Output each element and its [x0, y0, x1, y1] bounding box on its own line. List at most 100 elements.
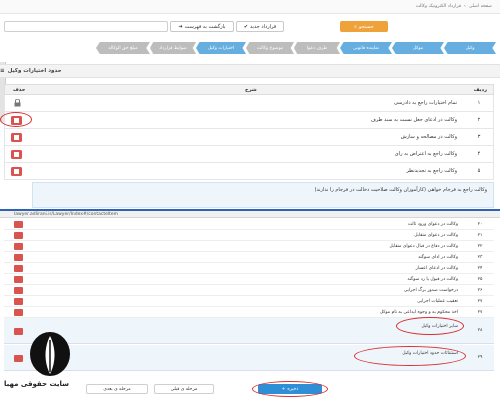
check-icon: ✔	[243, 23, 249, 30]
search-icon: ⌕	[354, 23, 357, 30]
highlight-circle	[396, 317, 464, 335]
step-client[interactable]: موکل	[392, 42, 444, 54]
highlight-circle	[252, 381, 328, 397]
breadcrumb-separator: ›	[464, 4, 466, 9]
row-text: وکالت در مصالحه و سازش	[400, 134, 457, 140]
new-contract-label: قرارداد جدید	[250, 23, 277, 30]
delete-button[interactable]	[14, 221, 23, 228]
step-legal-representative[interactable]: نماینده قانونی	[340, 42, 392, 54]
list-item: ۲۳ وکالت در ادای سوگند	[4, 252, 494, 263]
table-row: ۴ وکالت راجع به اعتراض به رای	[4, 146, 494, 163]
row-text: وکالت در ادای سوگند	[418, 254, 458, 260]
step-terms[interactable]: ضوابط قرارداد	[150, 42, 196, 54]
row-text: وکالت در دعوای متقابل	[414, 232, 458, 238]
list-item: ۲۱ وکالت در دعوای متقابل	[4, 230, 494, 241]
row-index: ۳	[477, 134, 481, 140]
panel-header: حدود اختیارات وکیل ≡	[0, 64, 500, 78]
row-text: تعقیب عملیات اجرایی	[417, 298, 458, 304]
list-item: ۲۴ وکالت در ادعای اعسار	[4, 263, 494, 274]
row-index: ۲۱	[477, 232, 483, 238]
delete-button[interactable]	[14, 298, 23, 305]
delete-button[interactable]	[14, 265, 23, 272]
trash-icon	[14, 152, 19, 157]
previous-step-button[interactable]: مرحله ی قبلی	[154, 384, 214, 394]
prev-label: مرحله ی قبلی	[170, 386, 198, 392]
row-index: ۲۸	[477, 328, 483, 333]
trash-icon	[14, 169, 19, 174]
highlight-circle	[0, 112, 32, 127]
list-item: ۲۷ تعقیب عملیات اجرایی	[4, 296, 494, 307]
highlight-circle	[354, 346, 466, 366]
delete-button[interactable]	[14, 309, 23, 316]
breadcrumb-current: قرارداد الکترونیک وکالت	[415, 4, 462, 9]
breadcrumb: صفحه اصلی › قرارداد الکترونیک وکالت	[0, 0, 500, 14]
row-index: ۲۴	[477, 265, 483, 271]
row-index: ۲۵	[477, 276, 483, 282]
list-item: ۲۲ وکالت در دفاع در قبال دعوای متقابل	[4, 241, 494, 252]
next-label: مرحله ی بعدی	[103, 386, 131, 392]
next-step-button[interactable]: مرحله ی بعدی	[86, 384, 148, 394]
arrow-right-icon: ➔	[178, 23, 183, 30]
delete-button[interactable]	[11, 167, 22, 176]
search-input[interactable]	[4, 21, 168, 32]
delete-button[interactable]	[11, 133, 22, 142]
row-index: ۵	[477, 168, 481, 174]
step-lawyer[interactable]: وکیل	[444, 42, 496, 54]
row-text: وکالت در قبول یا رد سوگند	[407, 276, 458, 282]
new-contract-button[interactable]: ✔ قرارداد جدید	[236, 21, 284, 32]
row-index: ۲۳	[477, 254, 483, 260]
address-bar[interactable]: lawyer.adlirani.ir/Lawyer/Index#/contact…	[0, 209, 500, 218]
menu-icon: ≡	[0, 68, 5, 74]
row-index: ۴	[477, 151, 481, 157]
table-row: ۲ وکالت در ادعای جعل نسبت به سند طرف	[4, 112, 494, 129]
row-text: وکالت در ادعای جعل نسبت به سند طرف	[370, 117, 457, 123]
step-wizard: وکیل موکل نماینده قانونی طرف دعوا موضوع …	[0, 42, 500, 56]
row-text: وکالت در دفاع در قبال دعوای متقابل	[389, 243, 458, 249]
back-to-list-label: بازگشت به فهرست	[184, 23, 226, 30]
delete-button[interactable]	[14, 276, 23, 283]
search-button[interactable]: ⌕ جستجو	[340, 21, 388, 32]
row-index: ۲۷	[477, 309, 483, 315]
row-index: ۲۷	[477, 298, 483, 304]
table-row: ۵ وکالت راجع به تجدیدنظر	[4, 163, 494, 180]
list-item: ۲۶ درخواست صدور برگ اجرایی	[4, 285, 494, 296]
delete-button[interactable]	[14, 287, 23, 294]
panel-title: حدود اختیارات وکیل	[7, 68, 62, 74]
row-index: ۲۲	[477, 243, 483, 249]
lock-icon	[13, 98, 21, 108]
delete-button[interactable]	[14, 232, 23, 239]
row-text: وکالت راجع به تجدیدنظر	[406, 168, 457, 174]
search-button-label: جستجو	[358, 23, 374, 30]
row-index: ۲۶	[477, 287, 483, 293]
list-item: ۲۰ وکالت در دعوای ورود ثالث	[4, 219, 494, 230]
delete-button[interactable]	[14, 243, 23, 250]
list-item: ۲۵ وکالت در قبول یا رد سوگند	[4, 274, 494, 285]
header-index: ردیف	[473, 87, 487, 93]
row-text: درخواست صدور برگ اجرایی	[403, 287, 458, 293]
row-index: ۲۹	[477, 355, 483, 360]
table-header: ردیف شرح حذف	[4, 84, 494, 95]
table-row: ۳ وکالت در مصالحه و سازش	[4, 129, 494, 146]
step-powers[interactable]: اختیارات وکیل	[196, 42, 246, 54]
breadcrumb-home[interactable]: صفحه اصلی	[469, 4, 492, 9]
step-fee[interactable]: مبلغ حق الوکاله	[96, 42, 150, 54]
row-index: ۲۰	[477, 221, 483, 227]
header-description: شرح	[245, 87, 257, 93]
back-to-list-button[interactable]: ➔ بازگشت به فهرست	[170, 21, 234, 32]
trash-icon	[14, 135, 19, 140]
row-text: اخذ محکوم به و وجوه ایداعی به نام موکل	[379, 309, 458, 315]
row-text: وکالت در ادعای اعسار	[415, 265, 458, 271]
watermark-text: سایت حقوقی مهبا	[4, 380, 70, 388]
table-row: ۱ تمام اختیارات راجع به دادرسی	[4, 95, 494, 112]
delete-button[interactable]	[11, 150, 22, 159]
row-text: وکالت در دعوای ورود ثالث	[407, 221, 458, 227]
header-delete: حذف	[13, 87, 26, 93]
toolbar: ⌕ جستجو ✔ قرارداد جدید ➔ بازگشت به فهرست	[0, 18, 500, 36]
delete-button[interactable]	[14, 254, 23, 261]
step-opposing-party[interactable]: طرف دعوا	[294, 42, 340, 54]
url-text: lawyer.adlirani.ir/Lawyer/Index#/contact…	[14, 211, 119, 217]
row-index: ۲	[477, 117, 481, 123]
step-subject[interactable]: موضوع وکالت	[246, 42, 294, 54]
row-text: تمام اختیارات راجع به دادرسی	[393, 100, 457, 106]
custom-power-note[interactable]: وکالت راجع به فرجام خواهی (کارآموزان وکا…	[32, 182, 494, 208]
